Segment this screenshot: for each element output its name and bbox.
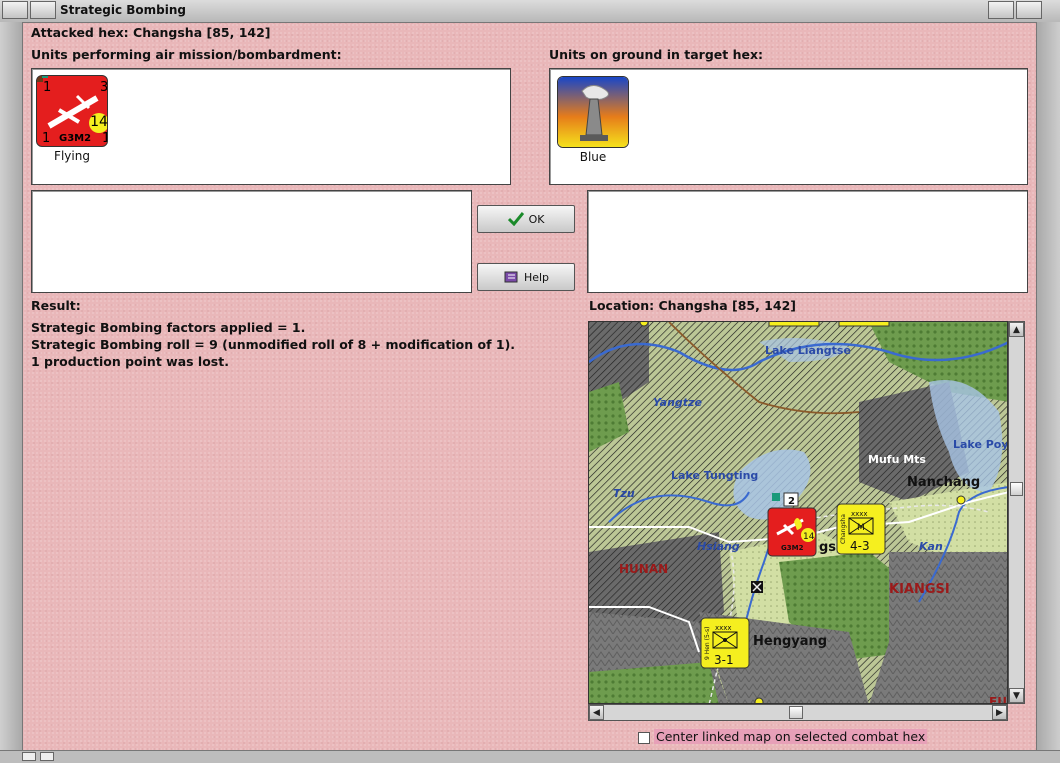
- map-label-lake-liangtse: Lake Liangtse: [765, 344, 851, 357]
- map-label-lake-tungting: Lake Tungting: [671, 469, 758, 482]
- ground-units-label: Units on ground in target hex:: [549, 47, 764, 62]
- attacked-hex-label: Attacked hex: Changsha [85, 142]: [31, 25, 271, 40]
- army-size: xxxx: [715, 624, 732, 632]
- army-size: xxxx: [851, 510, 868, 518]
- window-title: Strategic Bombing: [60, 3, 186, 17]
- map-label-changsha: gs: [819, 540, 836, 555]
- result-line: Strategic Bombing factors applied = 1.: [31, 320, 306, 335]
- map-label-tzu: Tzu: [613, 487, 635, 500]
- map-bomber-type: G3M2: [781, 544, 804, 552]
- window-menu-button[interactable]: [2, 1, 28, 19]
- resize-grip-right[interactable]: [40, 752, 54, 761]
- army-type-letter: M: [857, 523, 865, 533]
- center-map-label: Center linked map on selected combat hex: [654, 729, 928, 744]
- horizontal-scroll-thumb[interactable]: [789, 706, 803, 719]
- unit-counter[interactable]: 1 3 14 1 G3M2 1: [36, 75, 108, 147]
- attacker-message-box: [31, 190, 472, 293]
- army-strength: 4-3: [850, 539, 870, 553]
- window-shade-button[interactable]: [30, 1, 56, 19]
- linked-map[interactable]: Lake Liangtse Yangtze Lake Poy Mufu Mts …: [588, 321, 1008, 704]
- center-map-checkbox[interactable]: [638, 732, 650, 744]
- industry-counter[interactable]: [557, 76, 629, 148]
- unit-status: Blue: [579, 150, 607, 164]
- minimize-button[interactable]: [988, 1, 1014, 19]
- ok-button[interactable]: OK: [477, 205, 575, 233]
- location-label: Location: Changsha [85, 142]: [589, 298, 796, 313]
- scroll-left-arrow-icon[interactable]: ◀: [589, 705, 604, 720]
- window-frame-bottom: [0, 750, 1060, 763]
- air-units-label: Units performing air mission/bombardment…: [31, 47, 342, 62]
- air-unit-g3m2[interactable]: 1 3 14 1 G3M2 1 Flying: [36, 75, 117, 163]
- window-frame-right: [1036, 22, 1060, 752]
- army-name: Changsha: [840, 514, 847, 544]
- maximize-button[interactable]: [1016, 1, 1042, 19]
- unit-left-value: 1: [43, 80, 52, 95]
- checkmark-icon: [507, 212, 524, 226]
- scroll-down-arrow-icon[interactable]: ▼: [1009, 688, 1024, 703]
- result-line: 1 production point was lost.: [31, 354, 229, 369]
- map-label-fu: FU: [989, 695, 1007, 704]
- map-label-lake-poy: Lake Poy: [953, 438, 1008, 451]
- map-label-hsiang: Hsiang: [697, 540, 740, 553]
- map-bomber-range: 14: [803, 532, 815, 542]
- unit-status: Flying: [54, 149, 90, 163]
- help-button[interactable]: Help: [477, 263, 575, 291]
- map-label-yangtze: Yangtze: [653, 396, 702, 409]
- army-name: 9 Hen (5-s): [704, 627, 711, 660]
- unit-bottom-right-value: 1: [102, 131, 107, 146]
- army-strength: 3-1: [714, 653, 734, 667]
- map-label-kan: Kan: [919, 540, 943, 553]
- window-frame-left: [0, 22, 23, 752]
- result-text: Strategic Bombing factors applied = 1. S…: [31, 319, 515, 370]
- map-label-kiangsi: KIANGSI: [889, 582, 950, 597]
- unit-bottom-left-value: 1: [42, 131, 51, 146]
- unit-range-value: 14: [90, 114, 108, 130]
- result-line: Strategic Bombing roll = 9 (unmodified r…: [31, 337, 516, 352]
- map-horizontal-scrollbar[interactable]: ◀ ▶: [588, 704, 1008, 721]
- unit-top-right-value: 3: [100, 80, 108, 95]
- vertical-scroll-thumb[interactable]: [1010, 482, 1023, 496]
- ok-button-label: OK: [528, 212, 545, 226]
- map-label-hengyang: Hengyang: [753, 634, 827, 649]
- result-label: Result:: [31, 298, 81, 313]
- ground-unit-blue[interactable]: Blue: [557, 76, 638, 164]
- map-army-counter-changsha[interactable]: xxxx M 4-3 Changsha: [836, 503, 886, 555]
- unit-type-label: G3M2: [59, 133, 92, 144]
- map-label-mufu-mts: Mufu Mts: [868, 453, 926, 466]
- scroll-right-arrow-icon[interactable]: ▶: [992, 705, 1007, 720]
- scroll-up-arrow-icon[interactable]: ▲: [1009, 322, 1024, 337]
- help-book-icon: [504, 271, 518, 283]
- map-army-counter-hengyang[interactable]: xxxx 3-1 9 Hen (5-s): [700, 617, 750, 669]
- map-canvas: Lake Liangtse Yangtze Lake Poy Mufu Mts …: [589, 322, 1008, 704]
- defender-message-box: [587, 190, 1028, 293]
- map-label-hunan: HUNAN: [619, 562, 668, 576]
- map-vertical-scrollbar[interactable]: ▲ ▼: [1008, 321, 1025, 704]
- map-label-nanchang: Nanchang: [907, 475, 980, 490]
- map-bomber-stack-count: 2: [788, 496, 795, 507]
- help-button-label: Help: [523, 270, 550, 284]
- factory-smoke-icon: [558, 77, 628, 147]
- resize-grip-left[interactable]: [22, 752, 36, 761]
